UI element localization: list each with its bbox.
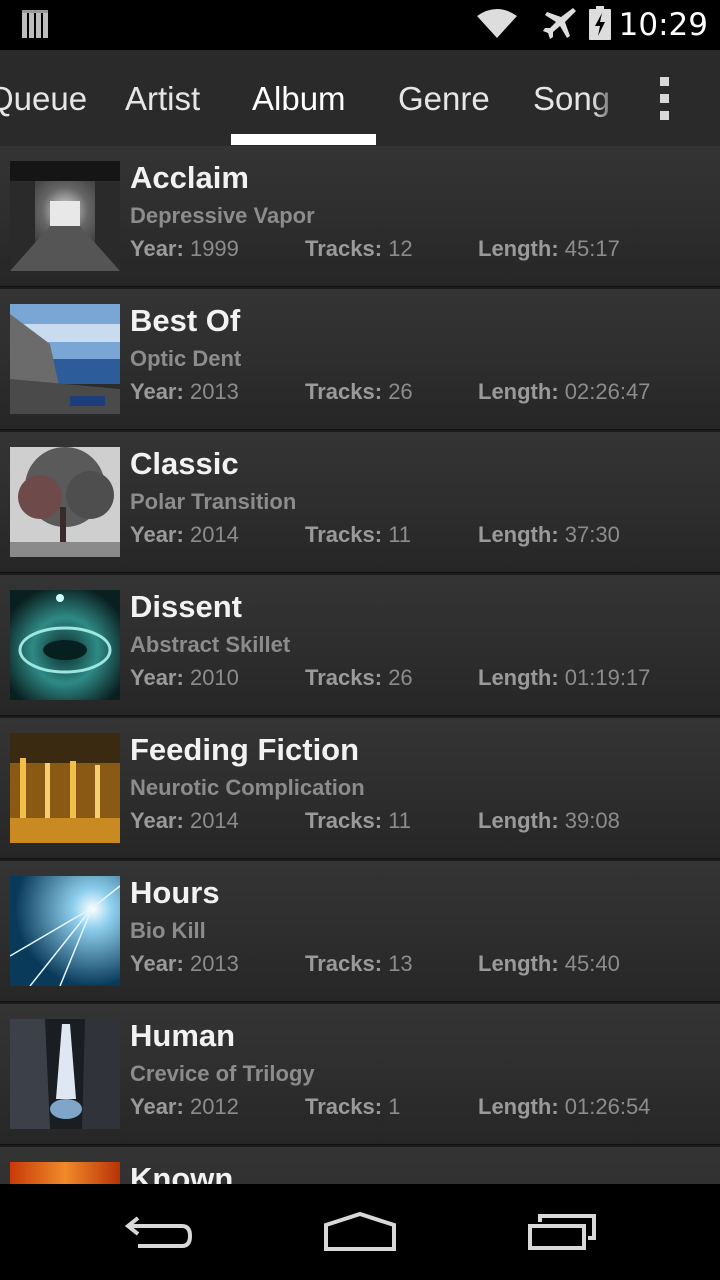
album-row-acclaim[interactable]: Acclaim Depressive Vapor Year: 1999 Trac… [0, 146, 720, 287]
album-year: Year: 2013 [130, 951, 239, 976]
album-row-dissent[interactable]: Dissent Abstract Skillet Year: 2010 Trac… [0, 575, 720, 716]
album-length: Length: 02:26:47 [478, 379, 651, 404]
notification-icon [22, 10, 48, 45]
album-art-thumbnail [10, 876, 120, 986]
album-artist: Abstract Skillet [130, 632, 291, 657]
recent-apps-icon[interactable] [502, 1184, 622, 1280]
album-title: Classic [130, 446, 239, 481]
album-artist: Depressive Vapor [130, 203, 315, 228]
tab-artist[interactable]: Artist [125, 50, 200, 146]
tab-queue[interactable]: Queue [0, 50, 87, 146]
album-length: Length: 45:40 [478, 951, 620, 976]
wifi-icon [476, 8, 517, 43]
album-year: Year: 2014 [130, 808, 239, 833]
album-art-thumbnail [10, 161, 120, 271]
album-title: Human [130, 1018, 236, 1053]
album-title: Hours [130, 875, 220, 910]
album-year: Year: 2014 [130, 522, 239, 547]
album-artist: Neurotic Complication [130, 775, 365, 800]
album-year: Year: 2010 [130, 665, 239, 690]
album-artist: Crevice of Trilogy [130, 1061, 315, 1086]
overflow-menu-icon[interactable] [624, 50, 704, 146]
album-title: Known [130, 1161, 234, 1184]
album-length: Length: 01:26:54 [478, 1094, 651, 1119]
album-art-thumbnail [10, 733, 120, 843]
album-row-classic[interactable]: Classic Polar Transition Year: 2014 Trac… [0, 432, 720, 573]
album-art-thumbnail [10, 590, 120, 700]
album-row-feeding-fiction[interactable]: Feeding Fiction Neurotic Complication Ye… [0, 718, 720, 859]
album-art-thumbnail [10, 447, 120, 557]
album-artist: Polar Transition [130, 489, 297, 514]
album-length: Length: 01:19:17 [478, 665, 651, 690]
album-tracks: Tracks: 26 [305, 665, 413, 690]
album-length: Length: 39:08 [478, 808, 620, 833]
album-tracks: Tracks: 12 [305, 236, 413, 261]
home-icon[interactable] [300, 1184, 420, 1280]
album-title: Acclaim [130, 160, 249, 195]
clock: 10:29 [618, 7, 708, 43]
album-title: Best Of [130, 303, 241, 338]
active-tab-indicator [231, 134, 376, 145]
album-artist: Optic Dent [130, 346, 242, 371]
album-tracks: Tracks: 11 [305, 808, 412, 833]
album-length: Length: 45:17 [478, 236, 620, 261]
tab-album[interactable]: Album [252, 50, 346, 146]
album-row-human[interactable]: Human Crevice of Trilogy Year: 2012 Trac… [0, 1004, 720, 1145]
album-length: Length: 37:30 [478, 522, 620, 547]
album-row-best-of[interactable]: Best Of Optic Dent Year: 2013 Tracks: 26… [0, 289, 720, 430]
battery-charging-icon [588, 5, 611, 45]
album-tracks: Tracks: 26 [305, 379, 413, 404]
album-year: Year: 1999 [130, 236, 239, 261]
tab-genre[interactable]: Genre [398, 50, 490, 146]
album-year: Year: 2012 [130, 1094, 239, 1119]
navigation-bar [0, 1184, 720, 1280]
album-year: Year: 2013 [130, 379, 239, 404]
album-art-thumbnail [10, 1019, 120, 1129]
album-list: Acclaim Depressive Vapor Year: 1999 Trac… [0, 146, 720, 1184]
album-title: Feeding Fiction [130, 732, 360, 767]
status-bar: 10:29 [0, 0, 720, 50]
album-tracks: Tracks: 11 [305, 522, 412, 547]
album-art-thumbnail [10, 304, 120, 414]
tab-fade [592, 50, 622, 146]
album-tracks: Tracks: 13 [305, 951, 413, 976]
back-icon[interactable] [100, 1184, 220, 1280]
album-artist: Bio Kill [130, 918, 206, 943]
airplane-mode-icon [542, 6, 577, 45]
album-tracks: Tracks: 1 [305, 1094, 401, 1119]
album-row-hours[interactable]: Hours Bio Kill Year: 2013 Tracks: 13 Len… [0, 861, 720, 1002]
album-art-thumbnail [10, 1162, 120, 1184]
album-title: Dissent [130, 589, 242, 624]
album-row-known[interactable]: Known [0, 1147, 720, 1184]
